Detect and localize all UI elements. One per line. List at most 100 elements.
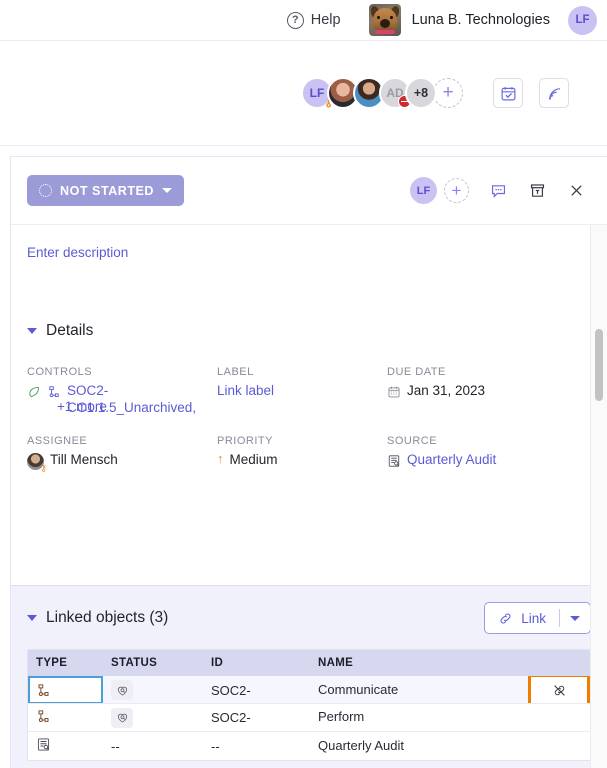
user-initials: LF: [575, 14, 590, 26]
controls-more-link[interactable]: +1 more: [57, 399, 107, 414]
shield-search-icon: [111, 707, 133, 728]
row-unlink-cell: [528, 676, 590, 703]
avatar-initials: LF: [416, 184, 431, 197]
org-switcher[interactable]: Luna B. Technologies: [368, 4, 550, 36]
label-label: LABEL: [217, 366, 254, 378]
user-avatar[interactable]: LF: [568, 5, 597, 35]
user-avatar: ⚷: [27, 452, 47, 472]
row-name-cell[interactable]: Communicate: [310, 682, 528, 697]
row-name-cell[interactable]: Quarterly Audit: [310, 738, 528, 753]
avatar-overflow-count[interactable]: +8: [405, 77, 437, 109]
row-status-cell[interactable]: [103, 707, 203, 728]
label-link[interactable]: Link label: [217, 383, 274, 398]
chevron-down-icon: [27, 615, 37, 621]
due-date-value[interactable]: Jan 31, 2023: [387, 383, 591, 417]
member-strip: LF ⚷ AD +8 +: [0, 41, 607, 146]
row-id-cell[interactable]: SOC2-: [203, 683, 310, 698]
dog-photo-avatar: [368, 4, 401, 36]
detail-panel-body: Enter description Details CONTROLS LABEL…: [11, 225, 607, 768]
plus-icon: +: [451, 180, 462, 200]
help-button[interactable]: ? Help: [286, 11, 341, 29]
table-row[interactable]: SOC2- Perform: [28, 704, 590, 732]
top-bar: ? Help Luna B. Technologies LF: [0, 0, 607, 41]
link-button-label: Link: [521, 610, 546, 626]
panel-scrollbar[interactable]: [593, 289, 603, 765]
details-grid: CONTROLS LABEL DUE DATE SOC2-CC1.1.5_Una…: [27, 366, 591, 417]
overflow-label: +8: [413, 86, 429, 100]
unlink-button[interactable]: [528, 676, 590, 703]
link-button[interactable]: Link: [484, 602, 591, 634]
controls-value[interactable]: SOC2-CC1.1.5_Unarchived,: [27, 383, 217, 417]
row-type-cell[interactable]: [28, 737, 103, 755]
control-node-icon: [38, 709, 49, 722]
row-name-text: Perform: [318, 709, 365, 725]
controls-label: CONTROLS: [27, 366, 93, 378]
header-actions: LF +: [410, 176, 591, 206]
due-date-text: Jan 31, 2023: [407, 383, 486, 398]
leaf-icon: [29, 386, 40, 398]
chevron-down-icon: [570, 615, 580, 621]
status-badge[interactable]: NOT STARTED: [27, 175, 185, 206]
add-assignee-button[interactable]: +: [444, 178, 469, 203]
panel-assignee-avatar[interactable]: LF: [410, 177, 437, 204]
row-id-cell[interactable]: SOC2-: [203, 710, 310, 725]
row-id-cell[interactable]: --: [203, 739, 310, 754]
rss-feed-icon[interactable]: [539, 78, 569, 108]
link-chain-icon: [500, 613, 511, 623]
row-type-cell[interactable]: [28, 676, 103, 703]
details-grid-row2: ASSIGNEE PRIORITY SOURCE ⚷ Till Mensch ↑…: [27, 434, 591, 472]
column-header-status[interactable]: STATUS: [103, 657, 203, 669]
unlink-icon: [553, 684, 565, 696]
linked-objects-table: TYPE STATUS ID NAME SOC2- Communicate SO…: [27, 649, 591, 761]
linked-objects-toggle[interactable]: Linked objects (3): [27, 609, 168, 627]
add-member-button[interactable]: +: [433, 78, 463, 108]
link-button-dropdown[interactable]: [560, 615, 590, 621]
column-header-name[interactable]: NAME: [310, 657, 528, 669]
audit-document-icon: [37, 738, 50, 751]
linked-objects-header: Linked objects (3) Link: [27, 602, 591, 634]
label-value[interactable]: Link label: [217, 383, 387, 417]
source-link[interactable]: Quarterly Audit: [407, 452, 496, 467]
shield-search-icon: [111, 680, 133, 700]
column-header-id[interactable]: ID: [203, 657, 310, 669]
linked-objects-section: Linked objects (3) Link TYPE STATUS ID N…: [11, 585, 607, 768]
detail-panel: NOT STARTED LF + Enter description Detai…: [10, 156, 607, 768]
table-row[interactable]: -- -- Quarterly Audit: [28, 732, 590, 760]
control-node-icon: [38, 683, 49, 696]
dotted-circle-icon: [39, 184, 52, 197]
archive-box-icon[interactable]: [522, 176, 552, 206]
priority-label: PRIORITY: [217, 434, 273, 447]
row-status-cell[interactable]: --: [103, 739, 203, 754]
calendar-icon: [388, 386, 400, 398]
comment-icon[interactable]: [483, 176, 513, 206]
table-row[interactable]: SOC2- Communicate: [28, 676, 590, 704]
priority-text: Medium: [229, 451, 278, 467]
status-label: NOT STARTED: [60, 183, 155, 198]
table-header-row: TYPE STATUS ID NAME: [28, 650, 590, 676]
scrollbar-thumb[interactable]: [595, 329, 603, 401]
row-status-cell[interactable]: [103, 680, 203, 700]
priority-value[interactable]: ↑ Medium: [217, 452, 387, 470]
row-name-cell[interactable]: Perform: [310, 710, 528, 724]
column-header-type[interactable]: TYPE: [28, 657, 103, 669]
close-icon[interactable]: [561, 176, 591, 206]
question-circle-icon: ?: [286, 11, 304, 29]
description-field[interactable]: Enter description: [11, 225, 607, 260]
audit-document-icon: [388, 455, 400, 467]
calendar-check-icon[interactable]: [493, 78, 523, 108]
row-type-cell[interactable]: [28, 709, 103, 727]
source-value[interactable]: Quarterly Audit: [387, 452, 591, 470]
control-node-icon: [49, 386, 59, 398]
assignee-name: Till Mensch: [50, 451, 118, 467]
chevron-down-icon: [27, 328, 37, 334]
link-button-main[interactable]: Link: [485, 611, 559, 626]
org-name: Luna B. Technologies: [411, 12, 550, 28]
plus-icon: +: [442, 82, 454, 103]
avatar-group: LF ⚷ AD +8 +: [301, 77, 463, 109]
assignee-value[interactable]: ⚷ Till Mensch: [27, 451, 217, 472]
assignee-label: ASSIGNEE: [27, 434, 88, 447]
source-label: SOURCE: [387, 434, 438, 447]
app-root: ? Help Luna B. Technologies LF LF ⚷ AD +…: [0, 0, 607, 768]
details-section-toggle[interactable]: Details: [27, 322, 591, 340]
linked-objects-title: Linked objects (3): [46, 609, 169, 626]
